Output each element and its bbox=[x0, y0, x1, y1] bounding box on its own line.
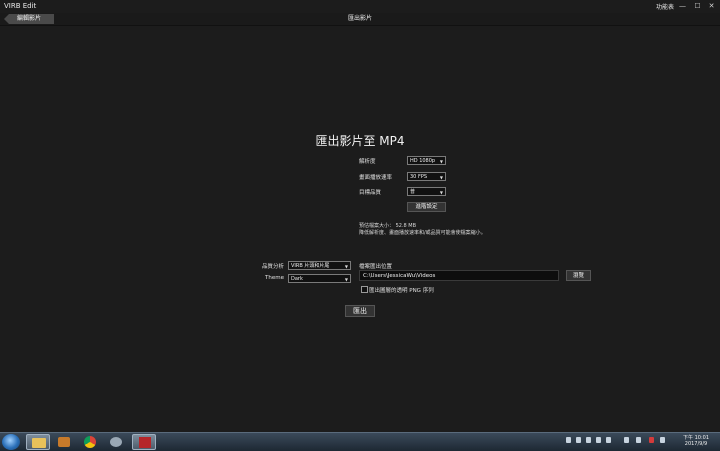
media-player-icon[interactable] bbox=[52, 434, 76, 450]
windows-start-icon[interactable] bbox=[2, 434, 20, 450]
export-button[interactable]: 匯出 bbox=[345, 305, 375, 317]
virb-logo-icon bbox=[139, 437, 151, 448]
framerate-value: 30 FPS bbox=[410, 174, 428, 180]
back-button-label: 編輯影片 bbox=[16, 15, 41, 22]
framerate-label: 畫面播放速率 bbox=[359, 175, 393, 181]
clock-time[interactable]: 下午 10:01 bbox=[678, 434, 714, 441]
clock-date[interactable]: 2017/9/9 bbox=[678, 441, 714, 447]
app-title: VIRB Edit bbox=[4, 2, 37, 10]
alert-icon[interactable] bbox=[649, 437, 654, 443]
resolution-dropdown[interactable]: HD 1080p ▼ bbox=[407, 156, 446, 165]
minimize-button[interactable]: — bbox=[677, 1, 688, 11]
chrome-icon[interactable] bbox=[78, 434, 102, 450]
png-sequence-checkbox[interactable] bbox=[361, 286, 368, 293]
quality-value: 普 bbox=[410, 189, 416, 195]
network-icon[interactable] bbox=[624, 437, 629, 443]
chevron-down-icon: ▼ bbox=[344, 277, 348, 282]
maximize-button[interactable]: ☐ bbox=[692, 1, 703, 11]
resolution-value: HD 1080p bbox=[410, 158, 436, 164]
folder-icon bbox=[32, 438, 46, 448]
nav-bar: 編輯影片 匯出影片 bbox=[0, 13, 720, 26]
page-title: 匯出影片 bbox=[347, 15, 372, 22]
advanced-settings-button[interactable]: 進階設定 bbox=[407, 202, 446, 212]
export-location-input[interactable]: C:\Users\JessicaWu\Videos bbox=[359, 270, 559, 281]
theme-value: Dark bbox=[291, 276, 303, 282]
virb-edit-taskbar-icon[interactable] bbox=[132, 434, 156, 450]
ime-icon[interactable] bbox=[660, 437, 665, 443]
theme-label: Theme bbox=[265, 275, 284, 281]
resolution-label: 解析度 bbox=[359, 159, 376, 165]
chevron-down-icon: ▼ bbox=[439, 190, 443, 195]
png-sequence-label: 匯出圖層的透明 PNG 序列 bbox=[369, 288, 434, 294]
size-hint-note: 降低解析度、畫面播放速率和/或品質可能會使檔案縮小。 bbox=[359, 230, 486, 236]
play-icon bbox=[58, 437, 70, 447]
chevron-down-icon: ▼ bbox=[439, 175, 443, 180]
taskbar bbox=[0, 432, 720, 451]
tray-icon-4[interactable] bbox=[596, 437, 601, 443]
tray-icon-1[interactable] bbox=[566, 437, 571, 443]
chevron-down-icon: ▼ bbox=[344, 264, 348, 269]
tray-icon-5[interactable] bbox=[606, 437, 611, 443]
quality-dropdown[interactable]: 普 ▼ bbox=[407, 187, 446, 196]
export-heading: 匯出影片至 MP4 bbox=[315, 134, 405, 148]
volume-icon[interactable] bbox=[636, 437, 641, 443]
tray-icon-2[interactable] bbox=[576, 437, 581, 443]
estimated-file-size: 預估檔案大小： 52.8 MB bbox=[359, 223, 417, 229]
menu-button[interactable]: 功能表 bbox=[656, 2, 674, 11]
utility-app-icon[interactable] bbox=[104, 434, 128, 450]
stabilize-dropdown[interactable]: VIRB 片頭和片尾 ▼ bbox=[288, 261, 351, 270]
app-logo-icon bbox=[110, 437, 122, 447]
close-button[interactable]: ✕ bbox=[706, 1, 717, 11]
stabilize-value: VIRB 片頭和片尾 bbox=[291, 263, 330, 269]
back-button[interactable]: 編輯影片 bbox=[4, 14, 54, 24]
file-explorer-icon[interactable] bbox=[26, 434, 50, 450]
tray-icon-3[interactable] bbox=[586, 437, 591, 443]
chrome-logo-icon bbox=[84, 436, 96, 448]
title-bar bbox=[0, 0, 720, 13]
export-location-label: 檔案匯出位置 bbox=[359, 264, 393, 270]
framerate-dropdown[interactable]: 30 FPS ▼ bbox=[407, 172, 446, 181]
browse-button[interactable]: 瀏覽 bbox=[566, 270, 591, 281]
quality-label: 目標品質 bbox=[359, 190, 382, 196]
theme-dropdown[interactable]: Dark ▼ bbox=[288, 274, 351, 283]
stabilize-label: 品質分析 bbox=[261, 264, 284, 270]
chevron-down-icon: ▼ bbox=[439, 159, 443, 164]
